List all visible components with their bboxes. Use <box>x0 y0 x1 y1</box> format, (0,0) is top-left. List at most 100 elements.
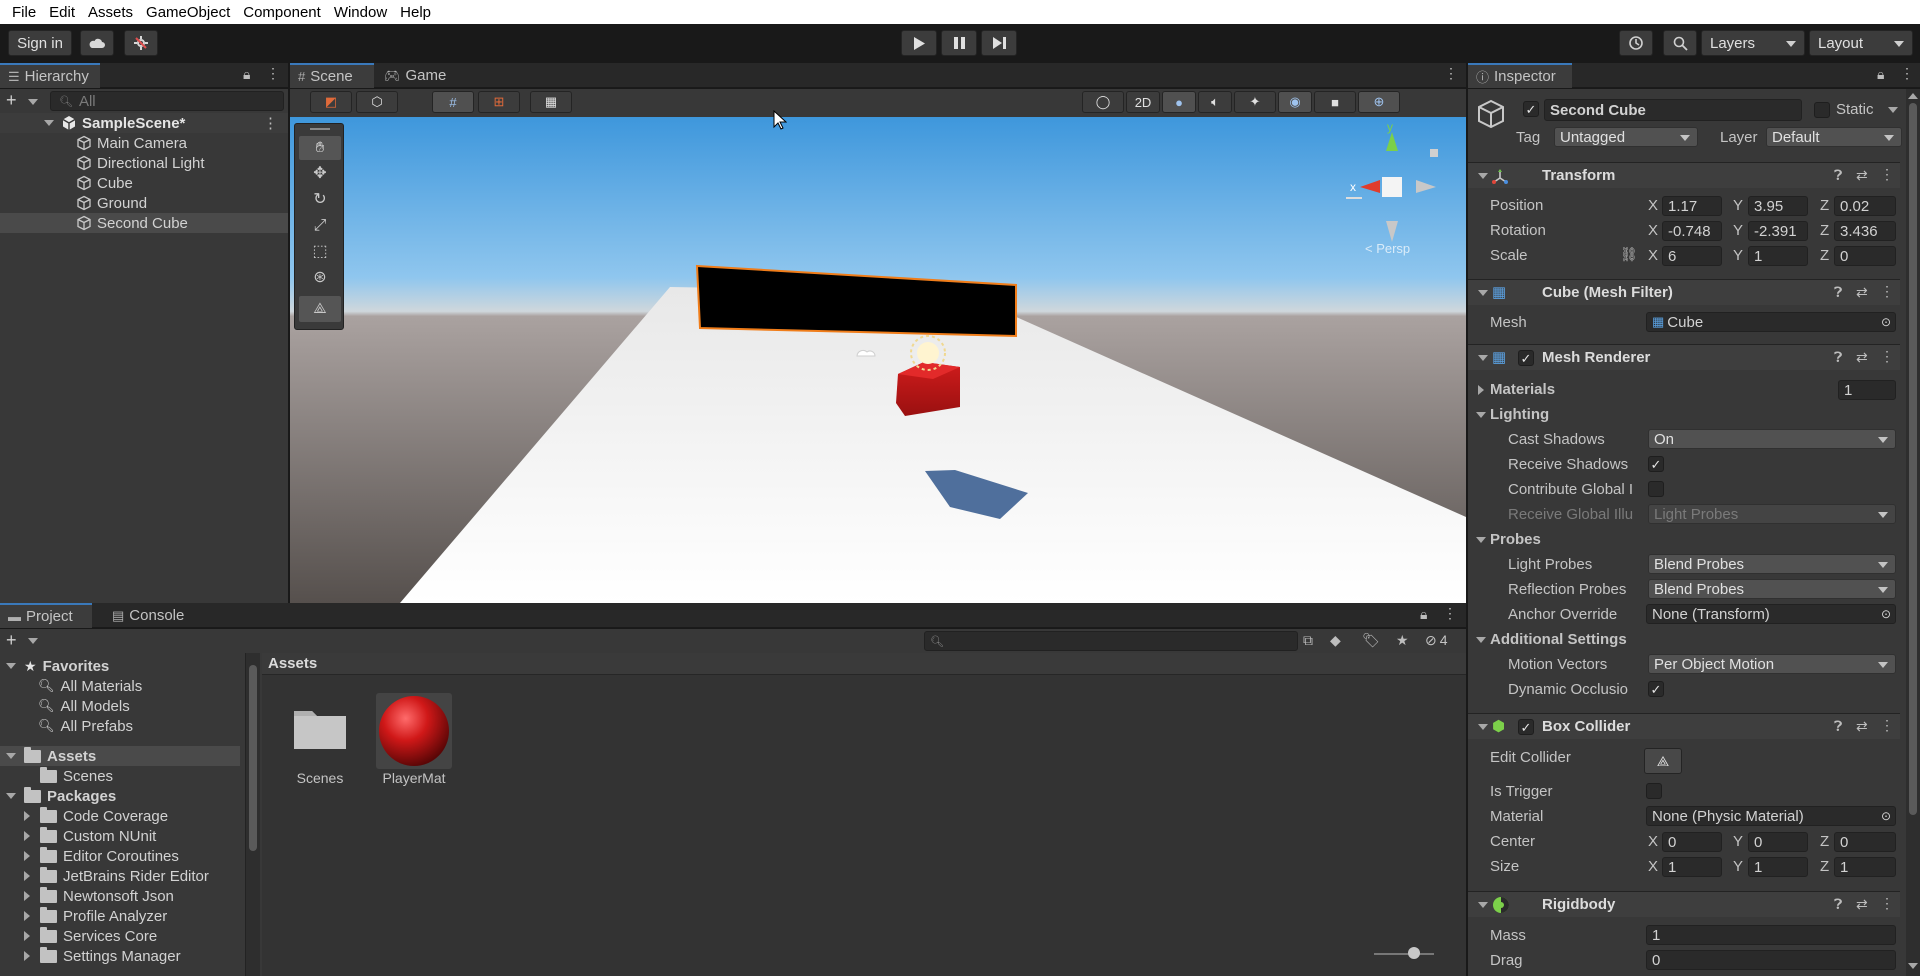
package-row[interactable]: Settings Manager <box>24 946 181 966</box>
scale-x-field[interactable]: 6 <box>1662 246 1722 266</box>
type-filter-icon[interactable]: ◆ <box>1330 632 1341 649</box>
add-icon[interactable]: + <box>6 91 17 109</box>
step-button[interactable] <box>981 30 1017 56</box>
packages-row[interactable]: Packages <box>0 786 116 806</box>
rect-tool-button[interactable]: ⬚ <box>299 240 341 264</box>
package-row[interactable]: Code Coverage <box>24 806 168 826</box>
component-menu-icon[interactable]: ⋮ <box>1880 348 1894 365</box>
tab-hierarchy[interactable]: ☰ Hierarchy <box>0 63 100 88</box>
visibility-toggle[interactable]: ◉ <box>1278 91 1312 113</box>
help-icon[interactable]: ❓︎ <box>1834 284 1842 301</box>
menu-component[interactable]: Component <box>237 4 328 21</box>
kebab-menu-icon[interactable]: ⋮ <box>1443 605 1457 622</box>
menu-assets[interactable]: Assets <box>82 4 140 21</box>
kebab-menu-icon[interactable]: ⋮ <box>1900 65 1914 82</box>
transform-tool-button[interactable]: ⊛ <box>299 266 341 290</box>
hierarchy-item[interactable]: Directional Light <box>0 153 288 173</box>
materials-count-field[interactable]: 1 <box>1838 380 1896 400</box>
menu-help[interactable]: Help <box>394 4 438 21</box>
collider-material-field[interactable]: None (Physic Material) ⊙ <box>1646 806 1896 826</box>
help-icon[interactable]: ❓︎ <box>1834 896 1842 913</box>
assets-row[interactable]: Assets <box>0 746 240 766</box>
breadcrumb[interactable]: Assets <box>262 653 1466 675</box>
menu-edit[interactable]: Edit <box>43 4 82 21</box>
object-name-input[interactable]: Second Cube <box>1544 99 1802 121</box>
box-collider-enabled-checkbox[interactable]: ✓ <box>1518 719 1534 735</box>
play-button[interactable] <box>901 30 937 56</box>
position-y-field[interactable]: 3.95 <box>1748 196 1808 216</box>
hierarchy-item-selected[interactable]: Second Cube <box>0 213 288 233</box>
active-checkbox[interactable]: ✓ <box>1523 101 1539 117</box>
history-button[interactable] <box>1619 30 1653 56</box>
inspector-scrollbar[interactable] <box>1906 89 1920 976</box>
lighting-foldout[interactable]: Lighting <box>1490 406 1549 423</box>
kebab-menu-icon[interactable]: ⋮ <box>266 65 280 82</box>
object-picker-icon[interactable]: ⊙ <box>1881 809 1891 823</box>
help-icon[interactable]: ❓︎ <box>1834 167 1842 184</box>
position-x-field[interactable]: 1.17 <box>1662 196 1722 216</box>
dynamic-occlusion-checkbox[interactable]: ✓ <box>1648 681 1664 697</box>
persp-label[interactable]: < Persp <box>1365 241 1410 256</box>
tab-scene[interactable]: # Scene <box>290 63 374 88</box>
favorites-row[interactable]: ★ Favorites <box>0 656 109 676</box>
hierarchy-search-input[interactable]: 🔍︎ All <box>50 91 284 111</box>
package-row[interactable]: Editor Coroutines <box>24 846 179 866</box>
scene-viewport[interactable]: y x < Persp ✋︎ ✥ ↻ ⤢ ⬚ ⊛ ⟁ <box>290 117 1466 603</box>
label-filter-icon[interactable]: 🏷︎ <box>1362 632 1380 649</box>
additional-settings-foldout[interactable]: Additional Settings <box>1490 631 1627 648</box>
audio-toggle[interactable]: 🔈︎ <box>1198 91 1232 113</box>
scale-tool-button[interactable]: ⤢ <box>299 214 341 238</box>
hidden-packages-toggle[interactable]: ⊘ 4 <box>1425 632 1448 649</box>
lock-icon[interactable]: 🔒︎ <box>243 66 250 83</box>
grid-snap-dropdown[interactable]: # <box>432 91 474 113</box>
scene-row[interactable]: SampleScene* ⋮ <box>0 113 288 133</box>
hierarchy-item[interactable]: Main Camera <box>0 133 288 153</box>
probes-foldout[interactable]: Probes <box>1490 531 1541 548</box>
scale-y-field[interactable]: 1 <box>1748 246 1808 266</box>
size-z-field[interactable]: 1 <box>1834 857 1896 877</box>
center-x-field[interactable]: 0 <box>1662 832 1722 852</box>
help-icon[interactable]: ❓︎ <box>1834 349 1842 366</box>
selected-second-cube[interactable] <box>695 264 1017 338</box>
menu-gameobject[interactable]: GameObject <box>140 4 237 21</box>
component-menu-icon[interactable]: ⋮ <box>1880 166 1894 183</box>
camera-dropdown[interactable]: ■ <box>1314 91 1356 113</box>
contribute-gi-checkbox[interactable] <box>1648 481 1664 497</box>
cloud-button[interactable] <box>80 30 114 56</box>
drag-field[interactable]: 0 <box>1646 950 1896 970</box>
presets-icon[interactable]: ⇄ <box>1856 349 1868 366</box>
scale-z-field[interactable]: 0 <box>1834 246 1896 266</box>
cast-shadows-dropdown[interactable]: On <box>1648 429 1896 449</box>
tab-inspector[interactable]: ⓘ Inspector <box>1468 63 1572 88</box>
is-trigger-checkbox[interactable] <box>1646 783 1662 799</box>
gizmos-dropdown[interactable]: ⊕ <box>1358 91 1400 113</box>
pause-button[interactable] <box>941 30 977 56</box>
orientation-gizmo[interactable] <box>1346 132 1438 242</box>
component-menu-icon[interactable]: ⋮ <box>1880 717 1894 734</box>
tab-console[interactable]: ▤ Console <box>104 603 200 628</box>
receive-shadows-checkbox[interactable]: ✓ <box>1648 456 1664 472</box>
layers-dropdown[interactable]: Layers <box>1701 30 1805 56</box>
materials-foldout[interactable]: Materials <box>1490 381 1555 398</box>
collab-button[interactable] <box>124 30 158 56</box>
package-row[interactable]: JetBrains Rider Editor <box>24 866 209 886</box>
menu-file[interactable]: File <box>6 4 43 21</box>
center-z-field[interactable]: 0 <box>1834 832 1896 852</box>
layout-dropdown[interactable]: Layout <box>1809 30 1913 56</box>
edit-collider-tool-button[interactable]: ⟁ <box>299 296 341 322</box>
size-y-field[interactable]: 1 <box>1748 857 1808 877</box>
effects-dropdown[interactable]: ✦ <box>1234 91 1276 113</box>
search-button[interactable] <box>1663 30 1697 56</box>
tab-project[interactable]: ▬ Project <box>0 603 92 628</box>
assets-child-row[interactable]: Scenes <box>40 766 113 786</box>
tab-game[interactable]: 🎮︎ Game <box>376 63 456 88</box>
project-search-input[interactable]: 🔍︎ <box>924 631 1298 651</box>
mesh-renderer-header[interactable]: ▦ ✓ Mesh Renderer ❓︎ ⇄ ⋮ <box>1468 344 1900 370</box>
create-icon[interactable]: + <box>6 631 17 649</box>
kebab-menu-icon[interactable]: ⋮ <box>1444 65 1458 82</box>
layer-dropdown[interactable]: Default <box>1766 127 1902 147</box>
rotation-z-field[interactable]: 3.436 <box>1834 221 1896 241</box>
mesh-filter-header[interactable]: ▦ Cube (Mesh Filter) ❓︎ ⇄ ⋮ <box>1468 279 1900 305</box>
presets-icon[interactable]: ⇄ <box>1856 896 1868 913</box>
rotation-x-field[interactable]: -0.748 <box>1662 221 1722 241</box>
